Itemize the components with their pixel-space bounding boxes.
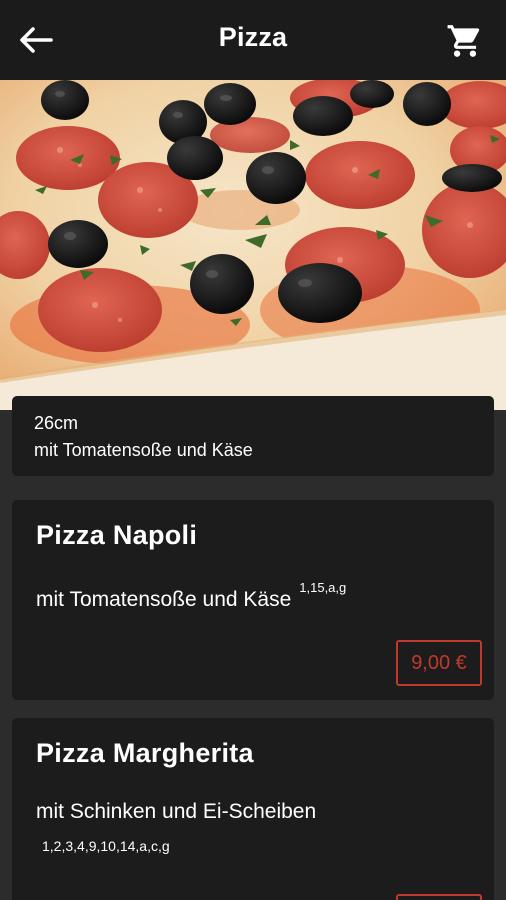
category-description: mit Tomatensoße und Käse	[34, 440, 253, 460]
top-bar: Pizza	[0, 0, 506, 80]
cart-icon	[447, 25, 480, 57]
product-name: Pizza Margherita	[36, 738, 254, 768]
product-description-text: mit Tomatensoße und Käse	[36, 588, 292, 611]
app-screen: Pizza 26cm mit Tomatensoße und Käse Pizz…	[0, 0, 506, 900]
category-size: 26cm	[34, 413, 79, 433]
product-name: Pizza Napoli	[36, 520, 198, 550]
product-allergens: 1,15,a,g	[299, 580, 347, 595]
cart-button[interactable]	[444, 20, 486, 62]
page-title: Pizza	[218, 22, 288, 52]
add-to-cart-price-button[interactable]	[396, 894, 482, 900]
product-description: mit Schinken und Ei-Scheiben	[36, 800, 317, 823]
product-allergens: 1,2,3,4,9,10,14,a,c,g	[42, 838, 170, 854]
product-card[interactable]: Pizza Napoli mit Tomatensoße und Käse 1,1…	[12, 500, 494, 700]
category-info-card: 26cm mit Tomatensoße und Käse	[12, 396, 494, 476]
add-to-cart-price-button[interactable]: 9,00 €	[396, 640, 482, 686]
product-card[interactable]: Pizza Margherita mit Schinken und Ei-Sch…	[12, 718, 494, 900]
category-hero-image	[0, 80, 506, 410]
product-description: mit Tomatensoße und Käse 1,15,a,g	[36, 580, 346, 612]
